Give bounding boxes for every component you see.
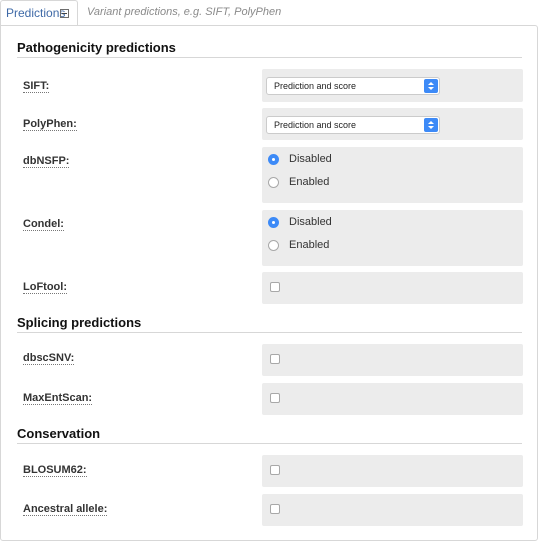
blosum62-label: BLOSUM62:: [23, 464, 87, 477]
polyphen-label: PolyPhen:: [23, 118, 77, 131]
maxentscan-checkbox[interactable]: [270, 393, 280, 403]
dbscsnv-field: [262, 344, 523, 376]
collapse-toggle-icon[interactable]: [60, 9, 69, 18]
sift-select[interactable]: Prediction and score: [266, 77, 440, 95]
section-title-conservation: Conservation: [17, 426, 101, 441]
maxentscan-label: MaxEntScan:: [23, 392, 93, 405]
dbscsnv-checkbox[interactable]: [270, 354, 280, 364]
section-divider: [17, 57, 522, 58]
radio-selected[interactable]: [268, 217, 279, 228]
sift-select-value: Prediction and score: [274, 81, 357, 91]
loftool-checkbox[interactable]: [270, 282, 280, 292]
radio-label: Disabled: [289, 216, 332, 228]
maxentscan-field: [262, 383, 523, 415]
blosum62-field: [262, 455, 523, 487]
radio-selected[interactable]: [268, 154, 279, 165]
radio-label: Enabled: [289, 176, 330, 188]
condel-label: Condel:: [23, 218, 64, 231]
radio-label: Enabled: [289, 239, 330, 251]
condel-field: Disabled Enabled: [262, 210, 523, 266]
select-arrow-icon: [424, 118, 438, 132]
blosum62-checkbox[interactable]: [270, 465, 280, 475]
sift-field: Prediction and score: [262, 69, 523, 102]
tab-predictions[interactable]: Predictions: [0, 0, 78, 26]
tab-hint: Variant predictions, e.g. SIFT, PolyPhen: [87, 6, 282, 18]
polyphen-field: Prediction and score: [262, 108, 523, 140]
dbnsfp-label: dbNSFP:: [23, 155, 70, 168]
radio-label: Disabled: [289, 153, 332, 165]
polyphen-select-value: Prediction and score: [274, 120, 357, 130]
dbnsfp-field: Disabled Enabled: [262, 147, 523, 203]
tab-label: Predictions: [6, 6, 66, 20]
section-title-pathogenicity: Pathogenicity predictions: [17, 40, 176, 55]
polyphen-select[interactable]: Prediction and score: [266, 116, 440, 134]
section-divider: [17, 443, 522, 444]
radio-unselected[interactable]: [268, 177, 279, 188]
ancestral-allele-label: Ancestral allele:: [23, 503, 108, 516]
ancestral-allele-checkbox[interactable]: [270, 504, 280, 514]
ancestral-allele-field: [262, 494, 523, 526]
loftool-label: LoFtool:: [23, 281, 67, 294]
tab-bar: Predictions Variant predictions, e.g. SI…: [0, 0, 540, 26]
select-arrow-icon: [424, 79, 438, 93]
section-divider: [17, 332, 522, 333]
loftool-field: [262, 272, 523, 304]
dbscsnv-label: dbscSNV:: [23, 352, 75, 365]
radio-unselected[interactable]: [268, 240, 279, 251]
sift-label: SIFT:: [23, 80, 50, 93]
section-title-splicing: Splicing predictions: [17, 315, 142, 330]
